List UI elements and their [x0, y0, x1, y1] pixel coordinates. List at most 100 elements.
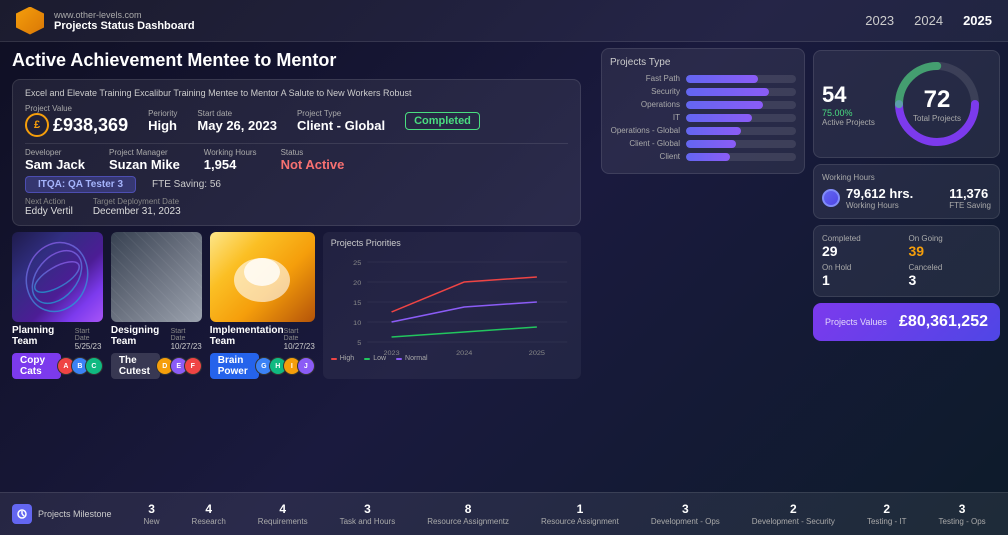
globe-icon	[822, 189, 840, 207]
milestone-task-num: 3	[364, 502, 371, 516]
milestone-req-lbl: Requirements	[258, 517, 308, 526]
wh-card-title: Working Hours	[822, 173, 991, 182]
completed-cell-value: 29	[822, 243, 905, 259]
milestone-ra2-lbl: Resource Assignment	[541, 517, 619, 526]
avatar-6: F	[184, 357, 202, 375]
impl-avatars: G H I J	[259, 357, 315, 375]
planning-footer: Copy Cats A B C	[12, 353, 103, 379]
deployment-value: December 31, 2023	[93, 206, 181, 217]
right-panel: 54 75.00% Active Projects 72 Total Proje…	[813, 42, 1008, 492]
pound-icon: £	[25, 113, 49, 137]
next-action-value: Eddy Vertil	[25, 206, 73, 217]
milestone-task-hours: 3 Task and Hours	[340, 502, 396, 526]
priority-value: High	[148, 118, 177, 133]
priority-stat: Periority High	[148, 109, 177, 133]
divider-1	[25, 143, 568, 144]
main-content: Active Achievement Mentee to Mentor Exce…	[0, 42, 1008, 492]
project-value: £938,369	[53, 115, 128, 136]
developer-value: Sam Jack	[25, 157, 85, 172]
value-with-icon: £ £938,369	[25, 113, 128, 137]
project-stats-row: Project Value £ £938,369 Periority High …	[25, 104, 568, 137]
year-2024[interactable]: 2024	[914, 13, 943, 28]
impl-footer: Brain Power G H I J	[210, 353, 315, 379]
next-action-label: Next Action	[25, 197, 73, 206]
implementation-team-card: Implementation Team Start Date 10/27/23 …	[210, 232, 315, 379]
year-2025[interactable]: 2025	[963, 13, 992, 28]
bottom-section: Planning Team Start Date 5/25/23 Copy Ca…	[12, 232, 581, 379]
milestone-icon	[12, 504, 32, 524]
bar-fill-operations	[686, 101, 763, 109]
milestone-bar: Projects Milestone 3 New 4 Research 4 Re…	[0, 492, 1008, 535]
progress-pct: 75.00%	[822, 108, 875, 118]
milestone-testing-ops: 3 Testing - Ops	[939, 502, 986, 526]
bar-fill-ops-global	[686, 127, 741, 135]
year-2023[interactable]: 2023	[865, 13, 894, 28]
bar-label-operations: Operations	[610, 100, 680, 109]
bar-label-client: Client	[610, 152, 680, 161]
bar-client: Client	[610, 152, 796, 161]
bar-label-client-global: Client - Global	[610, 139, 680, 148]
milestone-task-lbl: Task and Hours	[340, 517, 396, 526]
project-type-stat: Project Type Client - Global	[297, 109, 385, 133]
planning-team-card: Planning Team Start Date 5/25/23 Copy Ca…	[12, 232, 103, 379]
bar-client-global: Client - Global	[610, 139, 796, 148]
pattern-grid	[111, 232, 202, 322]
pm-value: Suzan Mike	[109, 157, 180, 172]
bar-track-ops-global	[686, 127, 796, 135]
itqa-row: ITQA: QA Tester 3 FTE Saving: 56	[25, 176, 568, 193]
milestone-tops-lbl: Testing - Ops	[939, 517, 986, 526]
planning-team-visual	[12, 232, 103, 322]
circle-numbers: 54 75.00% Active Projects	[822, 82, 875, 127]
milestone-new-num: 3	[148, 502, 155, 516]
developer-label: Developer	[25, 148, 85, 157]
designing-footer: The Cutest D E F	[111, 353, 202, 379]
action-row: Next Action Eddy Vertil Target Deploymen…	[25, 197, 568, 217]
bar-label-security: Security	[610, 87, 680, 96]
header-title-group: www.other-levels.com Projects Status Das…	[54, 10, 195, 32]
bar-operations: Operations	[610, 100, 796, 109]
bar-fill-it	[686, 114, 752, 122]
bar-track-client-global	[686, 140, 796, 148]
deployment-date-item: Target Deployment Date December 31, 2023	[93, 197, 181, 217]
designing-team-card: Designing Team Start Date 10/27/23 The C…	[111, 232, 202, 379]
milestone-research: 4 Research	[192, 502, 226, 526]
pm-label: Project Manager	[109, 148, 180, 157]
designing-team-visual	[111, 232, 202, 322]
onhold-cell-label: On Hold	[822, 263, 905, 272]
completed-badge: Completed	[405, 112, 480, 130]
header-years: 2023 2024 2025	[865, 13, 992, 28]
working-hours-card: Working Hours 79,612 hrs. Working Hours …	[813, 164, 1000, 219]
bar-fill-security	[686, 88, 769, 96]
projects-type-title: Projects Type	[610, 57, 796, 68]
fte-label: FTE Saving	[949, 201, 991, 210]
fte-item: 11,376 FTE Saving	[949, 186, 991, 210]
status-stat: Status Not Active	[281, 148, 345, 172]
fte-text: FTE Saving: 56	[152, 179, 221, 190]
milestone-devsec-num: 2	[790, 502, 797, 516]
milestone-devops-num: 3	[682, 502, 689, 516]
projects-type-card: Projects Type Fast Path Security Operati…	[601, 48, 805, 174]
high-dot	[331, 358, 337, 360]
svg-text:5: 5	[357, 340, 361, 346]
designing-info: Designing Team Start Date 10/27/23	[111, 325, 202, 351]
pv-value: £80,361,252	[899, 313, 988, 331]
low-dot	[364, 358, 370, 360]
fte-value: 11,376	[949, 186, 991, 201]
completed-cell-label: Completed	[822, 234, 905, 243]
svg-text:10: 10	[353, 320, 361, 326]
milestone-research-num: 4	[205, 502, 212, 516]
milestone-new: 3 New	[144, 502, 160, 526]
milestone-resource-assign: 8 Resource Assignmentz	[427, 502, 509, 526]
designing-date-group: Start Date 10/27/23	[171, 328, 202, 351]
itqa-badge: ITQA: QA Tester 3	[25, 176, 136, 193]
implementation-team-visual	[210, 232, 315, 322]
copy-cats-badge: Copy Cats	[12, 353, 61, 379]
header: www.other-levels.com Projects Status Das…	[0, 0, 1008, 42]
total-lbl: Total Projects	[913, 114, 961, 123]
pv-label: Projects Values	[825, 317, 887, 327]
total-projects-text: 72 Total Projects	[892, 59, 982, 149]
impl-info: Implementation Team Start Date 10/27/23	[210, 325, 315, 351]
milestone-devsec-lbl: Development - Security	[752, 517, 835, 526]
canceled-cell-label: Canceled	[909, 263, 992, 272]
deployment-label: Target Deployment Date	[93, 197, 181, 206]
